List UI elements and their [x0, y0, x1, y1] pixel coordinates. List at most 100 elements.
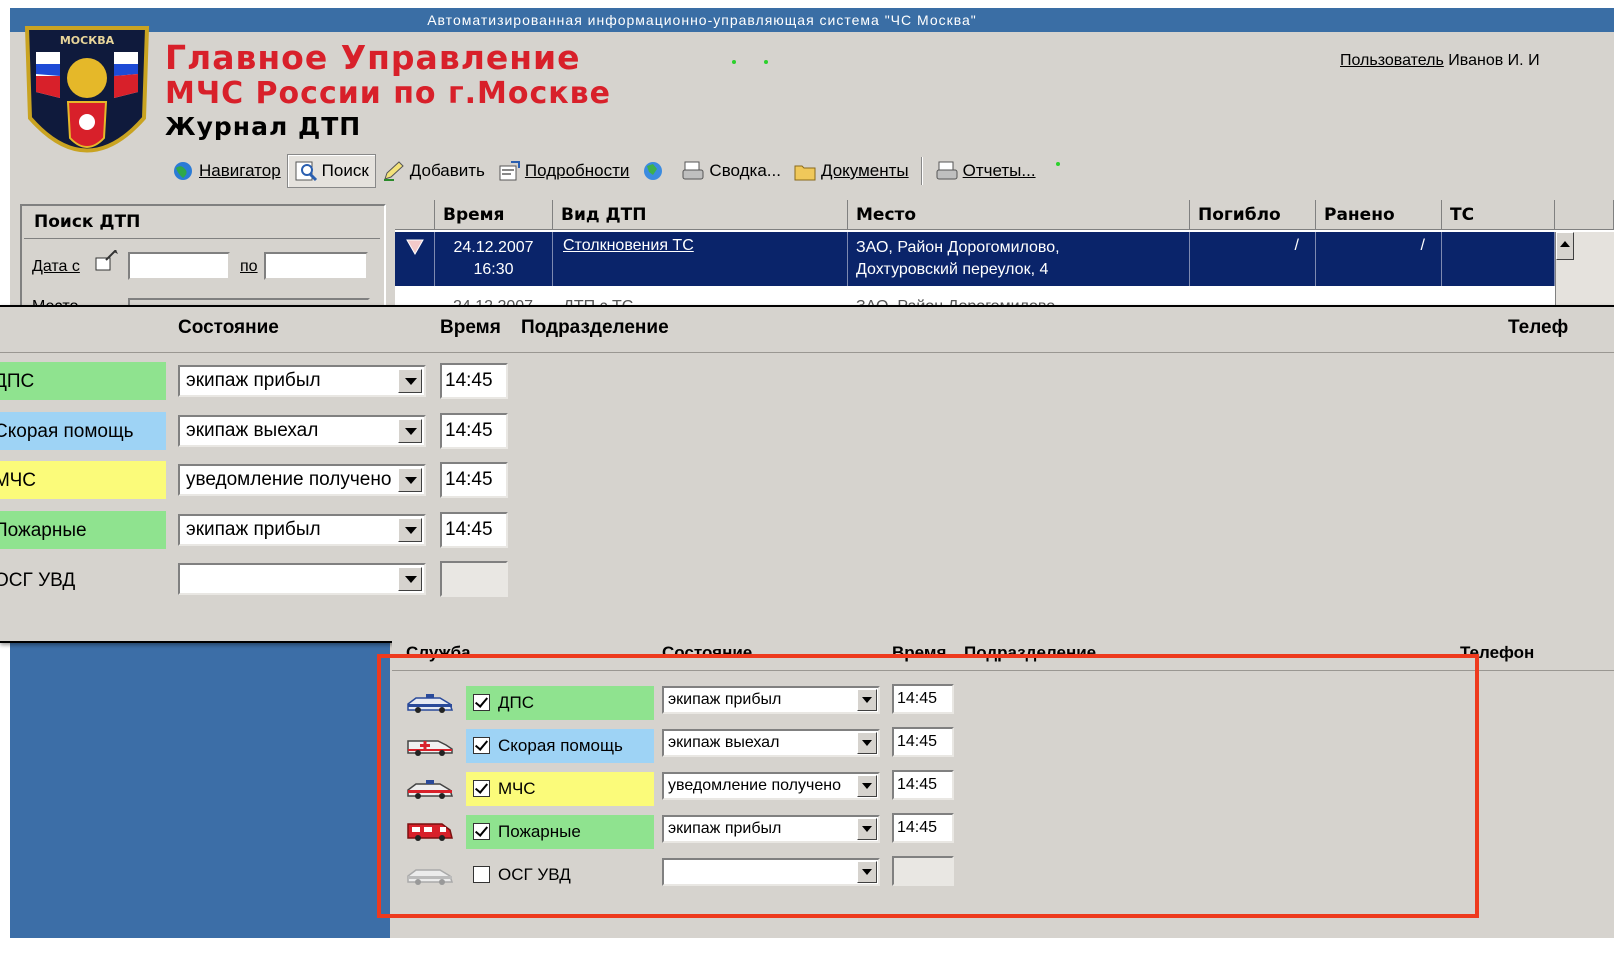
zoom-header-time: Время [440, 317, 501, 338]
date-to-label[interactable]: по [240, 258, 258, 276]
navigator-button[interactable]: Навигатор [165, 155, 287, 187]
grid-header-filler [1555, 200, 1614, 230]
row-killed-cell: / [1190, 232, 1316, 286]
row-injured: / [1420, 237, 1425, 254]
documents-icon [794, 165, 816, 181]
zoom-service-label: Скорая помощь [0, 412, 166, 450]
zoom-header-state: Состояние [178, 317, 279, 338]
row-vehicles-cell [1442, 232, 1555, 286]
zoom-service-label: Пожарные [0, 511, 166, 549]
zoom-state-value: экипаж прибыл [186, 519, 321, 540]
left-panel [10, 640, 390, 938]
zoom-state-value: экипаж выехал [186, 420, 319, 441]
row-marker-cell [395, 232, 435, 286]
search-panel-title: Поиск ДТП [34, 212, 141, 232]
zoom-time-field[interactable]: 14:45 [440, 363, 508, 399]
row-type-link[interactable]: Столкновения ТС [563, 237, 694, 254]
grid-header-icon [395, 200, 435, 230]
incidents-grid: Время Вид ДТП Место Погибло Ранено ТС 24… [395, 200, 1614, 310]
map-globe-icon [644, 162, 663, 180]
zoom-state-select[interactable]: экипаж прибыл [178, 514, 426, 546]
reports-button[interactable]: Отчеты... [929, 155, 1042, 187]
grid-header-vehicles[interactable]: ТС [1442, 200, 1555, 230]
row-injured-cell: / [1316, 232, 1442, 286]
row-date: 24.12.2007 [453, 239, 534, 256]
divider [0, 352, 1614, 353]
reports-print-icon [936, 161, 958, 180]
details-button[interactable]: Подробности [491, 155, 636, 187]
page-title: Журнал ДТП [165, 112, 362, 141]
date-to-input[interactable] [264, 252, 368, 280]
zoom-time-field[interactable] [440, 561, 508, 597]
dropdown-arrow-icon[interactable] [398, 567, 422, 591]
user-info: Пользователь Иванов И. И [1340, 52, 1540, 70]
zoom-state-value: уведомление получено [186, 469, 392, 490]
globe-icon [174, 162, 192, 180]
dropdown-arrow-icon[interactable] [398, 419, 422, 443]
zoom-header-division: Подразделение [521, 317, 669, 338]
documents-label: Документы [820, 161, 909, 180]
add-pencil-icon [383, 161, 404, 181]
dropdown-arrow-icon[interactable] [398, 518, 422, 542]
row-time-cell: 24.12.2007 16:30 [435, 232, 553, 286]
date-from-input[interactable] [128, 252, 230, 280]
date-from-label[interactable]: Дата с [32, 258, 80, 276]
status-dot [732, 60, 736, 64]
status-dot [764, 60, 768, 64]
zoom-service-label: ДПС [0, 362, 166, 400]
zoom-state-value: экипаж прибыл [186, 370, 321, 391]
org-title-line2: МЧС России по г.Москве [165, 76, 611, 111]
summary-button[interactable]: Сводка... [675, 155, 787, 187]
summary-print-icon [682, 161, 704, 180]
logo-text: МОСКВА [60, 34, 115, 47]
highlight-frame [377, 654, 1479, 918]
row-place-cell: ЗАО, Район Дорогомилово, Дохтуровский пе… [848, 232, 1190, 286]
map-button[interactable] [635, 155, 675, 187]
dropdown-arrow-icon[interactable] [398, 369, 422, 393]
window-title-bar: Автоматизированная информационно-управля… [10, 8, 1614, 32]
search-button[interactable]: Поиск [286, 154, 376, 188]
toolbar: Навигатор Поиск Добавить Подробности Сво… [165, 154, 1060, 188]
search-icon [295, 161, 317, 182]
grid-header-injured[interactable]: Ранено [1316, 200, 1442, 230]
grid-header-time[interactable]: Время [435, 200, 553, 230]
row-type-cell: Столкновения ТС [553, 232, 848, 286]
dropdown-arrow-icon[interactable] [398, 468, 422, 492]
summary-label: Сводка... [709, 161, 781, 180]
zoom-state-select[interactable]: уведомление получено [178, 464, 426, 496]
details-icon [499, 161, 520, 181]
zoom-state-select[interactable]: экипаж прибыл [178, 365, 426, 397]
zoom-header-phone: Телеф [1508, 317, 1569, 338]
zoom-service-label: МЧС [0, 461, 166, 499]
zoom-time-field[interactable]: 14:45 [440, 512, 508, 548]
reports-label: Отчеты... [962, 161, 1036, 180]
row-killed: / [1294, 237, 1299, 254]
add-label: Добавить [409, 161, 485, 180]
scroll-up-button[interactable] [1556, 232, 1574, 260]
search-label: Поиск [321, 161, 369, 180]
grid-header-place[interactable]: Место [848, 200, 1190, 230]
zoomed-services-panel: Состояние Время Подразделение Телеф ДПС … [0, 305, 1614, 643]
emblem-logo-icon: МОСКВА [24, 26, 150, 153]
zoom-time-field[interactable]: 14:45 [440, 413, 508, 449]
table-row-selected[interactable]: 24.12.2007 16:30 Столкновения ТС ЗАО, Ра… [395, 232, 1555, 286]
user-link[interactable]: Пользователь [1340, 52, 1444, 69]
org-title-line1: Главное Управление [165, 38, 581, 77]
divider [24, 238, 380, 239]
calendar-wand-icon[interactable] [94, 250, 120, 272]
grid-header-type[interactable]: Вид ДТП [553, 200, 848, 230]
toolbar-separator [920, 157, 923, 185]
row-place-line1: ЗАО, Район Дорогомилово, [856, 239, 1060, 256]
details-label: Подробности [524, 161, 630, 180]
zoom-state-select[interactable]: экипаж выехал [178, 415, 426, 447]
scroll-up-arrow-icon [1560, 241, 1570, 247]
documents-button[interactable]: Документы [787, 155, 915, 187]
grid-scrollbar[interactable] [1555, 232, 1614, 310]
add-button[interactable]: Добавить [376, 155, 491, 187]
zoom-service-label: ОСГ УВД [0, 570, 76, 591]
incident-marker-icon [406, 239, 424, 256]
grid-header-killed[interactable]: Погибло [1190, 200, 1316, 230]
status-dot [1055, 162, 1060, 166]
zoom-state-select[interactable] [178, 563, 426, 595]
zoom-time-field[interactable]: 14:45 [440, 462, 508, 498]
